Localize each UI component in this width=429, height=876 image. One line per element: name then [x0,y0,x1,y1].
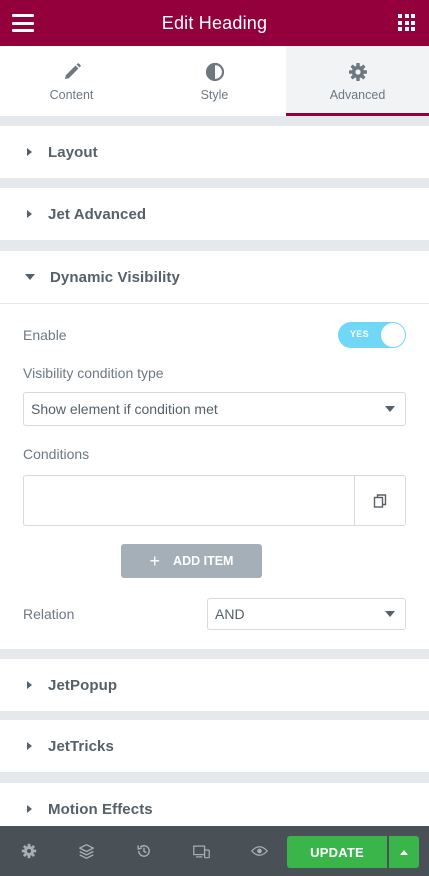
add-item-button[interactable]: + ADD ITEM [121,544,262,578]
tab-style[interactable]: Style [143,46,286,116]
caret-right-icon [27,805,32,813]
settings-button[interactable] [0,826,58,876]
section-motion-effects-header[interactable]: Motion Effects [0,783,429,826]
caret-right-icon [27,681,32,689]
section-dynamic-visibility-header[interactable]: Dynamic Visibility [0,251,429,303]
chevron-down-icon [385,406,395,412]
section-layout-header[interactable]: Layout [0,126,429,178]
enable-toggle[interactable]: YES [338,322,406,348]
condition-type-label: Visibility condition type [23,365,164,381]
section-motion-effects: Motion Effects [0,783,429,826]
section-title: Motion Effects [48,800,153,818]
tab-style-label: Style [200,88,229,102]
navigator-button[interactable] [58,826,116,876]
section-jettricks-header[interactable]: JetTricks [0,720,429,772]
panel-header: Edit Heading [0,0,429,46]
condition-type-select[interactable]: Show element if condition met [23,392,406,426]
update-button[interactable]: UPDATE [287,836,387,868]
copy-button[interactable] [354,476,405,525]
toggle-knob [381,323,405,347]
condition-type-value: Show element if condition met [31,401,218,417]
relation-row: Relation AND [23,598,406,630]
tab-advanced[interactable]: Advanced [286,46,429,116]
add-item-label: ADD ITEM [173,554,234,568]
tab-content[interactable]: Content [0,46,143,116]
history-button[interactable] [115,826,173,876]
section-jettricks: JetTricks [0,720,429,772]
update-options-button[interactable] [389,836,419,868]
conditions-repeater [23,475,406,526]
copy-icon [373,493,387,508]
enable-row: Enable YES [23,304,406,366]
panel-footer: UPDATE [0,826,429,876]
caret-right-icon [27,742,32,750]
hamburger-icon[interactable] [12,14,34,32]
responsive-button[interactable] [173,826,231,876]
section-jetpopup: JetPopup [0,659,429,711]
responsive-icon [193,844,210,858]
panel-title: Edit Heading [161,12,268,33]
enable-label: Enable [23,327,67,343]
layers-icon [78,843,94,859]
caret-down-icon [25,274,35,280]
section-dynamic-visibility: Dynamic Visibility Enable YES Visibility… [0,251,429,649]
section-jetpopup-header[interactable]: JetPopup [0,659,429,711]
section-jet-advanced-header[interactable]: Jet Advanced [0,188,429,240]
pencil-icon [64,63,81,79]
tab-content-label: Content [49,88,94,102]
section-layout: Layout [0,126,429,178]
panel-tabs: Content Style Advanced [0,46,429,116]
relation-label: Relation [23,606,75,622]
gear-icon [348,63,367,81]
preview-button[interactable] [230,826,288,876]
history-icon [137,845,150,857]
preview-icon [250,846,268,856]
section-title: JetTricks [48,737,114,755]
chevron-down-icon [385,611,395,617]
relation-value: AND [215,606,245,622]
section-title: Jet Advanced [48,205,147,223]
caret-right-icon [27,210,32,218]
dynamic-visibility-body: Enable YES Visibility condition type Sho… [0,303,429,649]
toggle-yes-text: YES [350,329,369,339]
caret-right-icon [27,148,32,156]
plus-icon: + [149,551,161,571]
relation-select[interactable]: AND [207,598,406,630]
grid-icon[interactable] [398,14,415,31]
section-title: Layout [48,143,98,161]
settings-icon [21,843,36,859]
half-circle-icon [205,62,224,82]
conditions-label: Conditions [23,446,90,462]
tab-advanced-label: Advanced [329,88,386,102]
section-jet-advanced: Jet Advanced [0,188,429,240]
section-title: JetPopup [48,676,118,694]
chevron-up-icon [400,849,408,855]
section-title: Dynamic Visibility [50,268,180,286]
